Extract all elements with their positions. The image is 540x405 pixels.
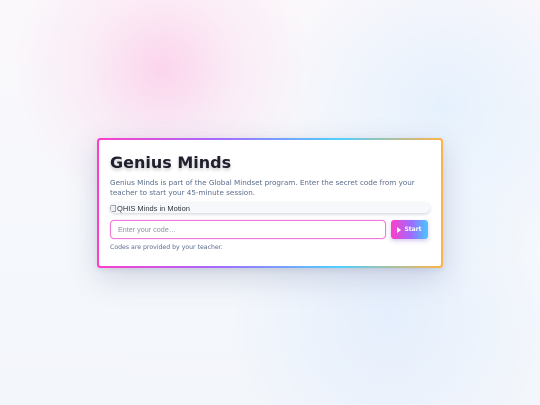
page-description: Genius Minds is part of the Global Minds… (110, 178, 415, 197)
code-input[interactable] (110, 220, 386, 239)
code-form: Start (110, 220, 430, 239)
banner-alt-text: QHIS Minds in Motion (117, 203, 190, 213)
start-button[interactable]: Start (391, 220, 428, 239)
code-note: Codes are provided by your teacher. (110, 244, 223, 251)
login-card: Genius Minds Genius Minds is part of the… (97, 138, 443, 268)
play-icon (397, 226, 402, 233)
login-card-body: Genius Minds Genius Minds is part of the… (99, 140, 441, 266)
start-button-label: Start (404, 226, 422, 233)
page-title: Genius Minds (110, 153, 232, 172)
banner-image: QHIS Minds in Motion (110, 203, 430, 213)
broken-image-icon (110, 204, 116, 212)
